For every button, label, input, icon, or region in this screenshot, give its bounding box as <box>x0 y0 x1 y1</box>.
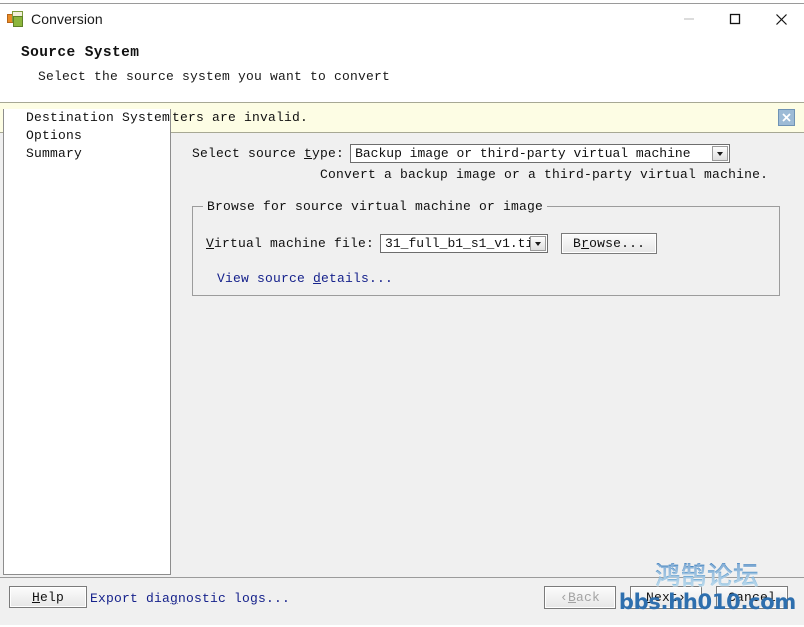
wizard-step-list: Destination System Options Summary <box>3 109 171 575</box>
back-button[interactable]: ‹ Back <box>544 586 616 609</box>
page-subtitle: Select the source system you want to con… <box>38 69 391 84</box>
window-title: Conversion <box>31 11 103 27</box>
page-header: Source System Select the source system y… <box>0 34 804 103</box>
virtual-machine-file-combo[interactable]: 31_full_b1_s1_v1.tib <box>380 234 549 253</box>
page-title: Source System <box>21 45 140 61</box>
source-type-row: Select source type: Backup image or thir… <box>192 144 731 163</box>
chevron-down-icon[interactable] <box>712 146 729 161</box>
cancel-button[interactable]: Cancel <box>716 586 788 609</box>
source-type-description: Convert a backup image or a third-party … <box>320 167 769 182</box>
help-button[interactable]: Help <box>9 586 87 608</box>
sidebar-item-options[interactable]: Options <box>4 127 170 145</box>
close-icon[interactable] <box>758 4 804 34</box>
wizard-body: Destination System Options Summary Selec… <box>0 109 804 577</box>
browse-button[interactable]: Br owse... <box>561 233 658 254</box>
wizard-content-pane: Select source type: Backup image or thir… <box>178 133 796 577</box>
virtual-machine-file-value: 31_full_b1_s1_v1.tib <box>385 236 542 251</box>
source-type-label: Select source type: <box>192 146 345 161</box>
sidebar-item-summary[interactable]: Summary <box>4 145 170 163</box>
banner-close-icon[interactable] <box>778 109 795 126</box>
source-type-value: Backup image or third-party virtual mach… <box>355 146 691 161</box>
title-bar: Conversion <box>0 4 804 34</box>
conversion-app-icon <box>7 11 23 27</box>
browse-source-groupbox-title: Browse for source virtual machine or ima… <box>203 199 548 214</box>
chevron-down-icon[interactable] <box>530 236 547 251</box>
conversion-window: Conversion Source System Select the sour… <box>0 3 804 627</box>
wizard-nav-buttons: ‹ Back Next › Cancel <box>544 586 788 609</box>
export-diagnostic-logs-link[interactable]: Export diagnostic logs... <box>90 591 290 606</box>
source-type-combo[interactable]: Backup image or third-party virtual mach… <box>350 144 731 163</box>
virtual-machine-file-row: Virtual machine file: 31_full_b1_s1_v1.t… <box>206 233 658 254</box>
next-button[interactable]: Next › <box>630 586 702 609</box>
sidebar-item-destination-system[interactable]: Destination System <box>4 109 170 127</box>
wizard-footer: Help Export diagnostic logs... ‹ Back Ne… <box>0 577 804 625</box>
browse-source-groupbox: Browse for source virtual machine or ima… <box>192 199 780 296</box>
wizard-step-list-inner: Destination System Options Summary <box>4 109 170 163</box>
minimize-icon[interactable] <box>666 4 712 34</box>
virtual-machine-file-label: Virtual machine file: <box>206 236 375 251</box>
window-controls <box>666 4 804 34</box>
maximize-icon[interactable] <box>712 4 758 34</box>
view-source-details-link[interactable]: View source details... <box>217 271 393 286</box>
